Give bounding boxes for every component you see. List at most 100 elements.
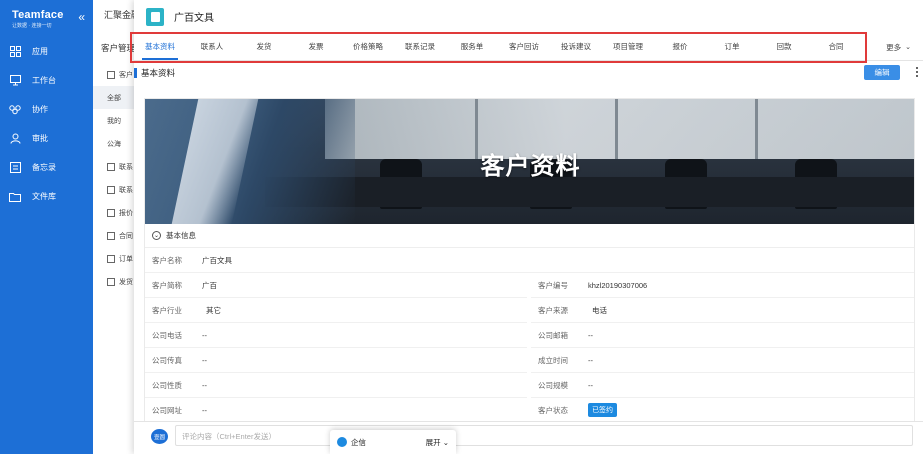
field-value: -- — [202, 330, 207, 340]
im-label: 企信 — [351, 437, 366, 447]
field-label: 客户简称 — [152, 280, 182, 290]
more-label: 更多 — [886, 42, 902, 52]
menu-item-label: 订单 — [119, 255, 133, 263]
sidebar-item-label: 备忘录 — [32, 163, 56, 172]
section-accent — [134, 68, 137, 78]
banner-title: 客户资料 — [480, 153, 581, 180]
tab-shipping[interactable]: 发货 — [238, 33, 290, 60]
field-industry: 客户行业 其它 — [145, 298, 527, 323]
menu-item-contacts[interactable]: 联系 — [93, 155, 135, 178]
tab-contacts[interactable]: 联系人 — [186, 33, 238, 60]
avatar: 壹圆 — [151, 429, 168, 444]
info-section-title: 基本信息 — [166, 231, 196, 240]
field-label: 公司性质 — [152, 380, 182, 390]
field-customer-source: 客户来源 电话 — [531, 298, 914, 323]
record-title: 广百文具 — [174, 13, 214, 24]
more-actions-icon[interactable] — [915, 67, 919, 77]
field-value: -- — [588, 330, 593, 340]
field-value: -- — [202, 355, 207, 365]
sidebar-item-files[interactable]: 文件库 — [0, 182, 93, 211]
menu-item-label: 合同 — [119, 232, 133, 240]
comment-input[interactable]: 评论内容（Ctrl+Enter发送） — [175, 425, 913, 446]
field-customer-status: 客户状态 已签约 — [531, 398, 914, 423]
sidebar-item-label: 审批 — [32, 134, 48, 143]
collaboration-icon — [9, 104, 21, 116]
tab-payments[interactable]: 回款 — [758, 33, 810, 60]
section-title: 基本资料 — [141, 68, 176, 78]
im-chat-popup[interactable]: 企信 展开 ⌄ — [330, 430, 456, 454]
sidebar-item-memo[interactable]: 备忘录 — [0, 153, 93, 182]
field-label: 客户编号 — [538, 280, 568, 290]
record-icon — [107, 185, 115, 194]
tab-projects[interactable]: 项目管理 — [602, 33, 654, 60]
collapse-sidebar-icon[interactable]: « — [78, 10, 85, 24]
banner-image: 客户资料 — [145, 99, 914, 224]
tab-orders[interactable]: 订单 — [706, 33, 758, 60]
sidebar-item-label: 工作台 — [32, 76, 56, 85]
menu-item-label: 公海 — [107, 140, 121, 148]
menu-item-contracts[interactable]: 合同 — [93, 224, 135, 247]
menu-item-quotes[interactable]: 报价 — [93, 201, 135, 224]
field-label: 客户行业 — [152, 305, 182, 315]
brand: Teamface 让数据 · 连接一切 « — [0, 0, 93, 34]
field-label: 公司网址 — [152, 405, 182, 415]
field-value: khzl20190307006 — [588, 280, 648, 290]
menu-item-contact-records[interactable]: 联系 — [93, 178, 135, 201]
tab-invoice[interactable]: 发票 — [290, 33, 342, 60]
collapse-icon: ⌄ — [152, 231, 161, 240]
field-label: 客户名称 — [152, 255, 182, 265]
tab-contracts[interactable]: 合同 — [810, 33, 862, 60]
menu-item-public-pool[interactable]: 公海 — [93, 132, 135, 155]
sidebar-item-workbench[interactable]: 工作台 — [0, 66, 93, 95]
field-label: 成立时间 — [538, 355, 568, 365]
tab-basic-info[interactable]: 基本资料 — [134, 33, 186, 60]
menu-item-mine[interactable]: 我的 — [93, 109, 135, 132]
field-customer-name: 客户名称 广百文具 — [145, 248, 914, 273]
field-label: 公司传真 — [152, 355, 182, 365]
sidebar-item-collaboration[interactable]: 协作 — [0, 95, 93, 124]
user-icon — [9, 133, 21, 145]
tab-contact-records[interactable]: 联系记录 — [394, 33, 446, 60]
field-value: -- — [588, 380, 593, 390]
record-content: 客户资料 ⌄ 基本信息 客户名称 广百文具 客户简称 广百 客户编号 khzl2… — [144, 98, 915, 428]
sidebar-item-approval[interactable]: 审批 — [0, 124, 93, 153]
field-value: 其它 — [206, 305, 221, 315]
more-tabs-dropdown[interactable]: 更多 ⌄ — [886, 33, 911, 61]
record-header: 广百文具 — [134, 0, 923, 33]
apps-icon — [9, 46, 21, 58]
sidebar-item-apps[interactable]: 应用 — [0, 37, 93, 66]
tab-complaints[interactable]: 投诉建议 — [550, 33, 602, 60]
module-menu: 客户 全部 我的 公海 联系 联系 报价 合同 订单 发货 — [93, 63, 135, 293]
field-value: 广百文具 — [202, 255, 232, 265]
expand-button[interactable]: 展开 ⌄ — [426, 437, 449, 448]
record-module-icon — [146, 7, 164, 26]
chevron-down-icon: ⌄ — [905, 44, 911, 51]
field-company-fax: 公司传真 -- — [145, 348, 527, 373]
menu-item-customer[interactable]: 客户 — [93, 63, 135, 86]
menu-item-label: 全部 — [107, 94, 121, 102]
tab-service-orders[interactable]: 服务单 — [446, 33, 498, 60]
info-section-toggle[interactable]: ⌄ 基本信息 — [145, 224, 914, 248]
menu-item-shipping[interactable]: 发货 — [93, 270, 135, 293]
menu-item-orders[interactable]: 订单 — [93, 247, 135, 270]
field-company-type: 公司性质 -- — [145, 373, 527, 398]
menu-item-all[interactable]: 全部 — [93, 86, 135, 109]
sidebar-item-label: 应用 — [32, 47, 48, 56]
field-label: 客户状态 — [538, 405, 568, 415]
field-company-website: 公司网址 -- — [145, 398, 527, 423]
sidebar-item-label: 文件库 — [32, 192, 56, 201]
menu-item-label: 联系 — [119, 186, 133, 194]
field-customer-number: 客户编号 khzl20190307006 — [531, 273, 914, 298]
chevron-down-icon: ⌄ — [442, 438, 449, 447]
field-value: -- — [588, 355, 593, 365]
tab-quotes[interactable]: 报价 — [654, 33, 706, 60]
sidebar-item-label: 协作 — [32, 105, 48, 114]
truck-icon — [107, 277, 115, 286]
edit-button[interactable]: 编辑 — [864, 65, 900, 80]
record-detail-panel: 广百文具 基本资料 联系人 发货 发票 价格策略 联系记录 服务单 客户回访 投… — [134, 0, 923, 454]
tab-customer-visits[interactable]: 客户回访 — [498, 33, 550, 60]
section-header: 基本资料 编辑 — [134, 61, 923, 85]
tab-pricing-policy[interactable]: 价格策略 — [342, 33, 394, 60]
field-label: 客户来源 — [538, 305, 568, 315]
status-badge: 已签约 — [588, 403, 617, 417]
